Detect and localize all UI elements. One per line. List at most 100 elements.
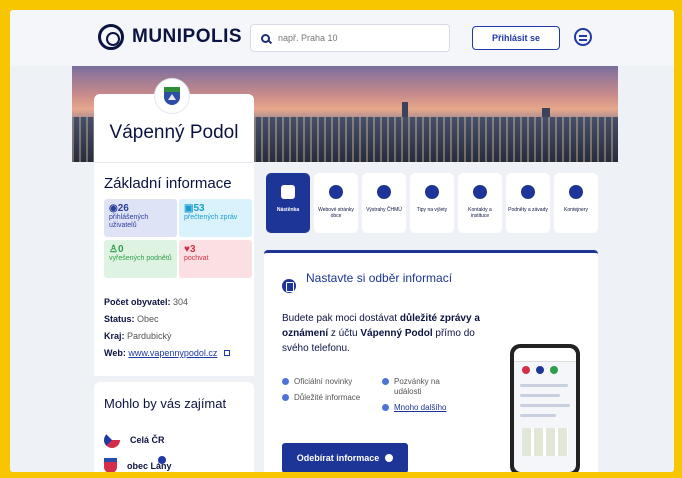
subscribe-text-part: z účtu [328,328,361,339]
suggestions-card: Mohlo by vás zajímat Celá ČR obec Lány [94,382,254,472]
stat-reads-value: 53 [193,203,205,214]
phone-screen-line [520,384,568,387]
benefit-label: Oficiální novinky [294,377,353,386]
phone-screen-calendar [522,428,568,456]
menu-icon[interactable] [574,28,592,46]
compass-icon [425,185,439,199]
status-value: Obec [137,314,159,324]
tab-contacts[interactable]: Kontakty a instituce [458,173,502,233]
web-row: Web: www.vapennypodol.cz [104,348,230,358]
logo[interactable]: MUNIPOLIS [98,24,242,50]
info-card: Základní informace ◉26 přihlášených uživ… [94,162,254,376]
more-link[interactable]: Mnoho dalšího [394,403,446,413]
benefit-item: Pozvánky na události [382,377,462,397]
external-link-icon [223,350,230,356]
benefit-item: Mnoho dalšího [382,403,472,413]
logo-icon [98,24,124,50]
town-name: Vápenný Podol [109,122,239,143]
stat-solved: ♙0 vyřešených podnětů [104,240,177,278]
phone-screen-icon [550,366,558,374]
phone-icon [473,185,487,199]
stat-users: ◉26 přihlášených uživatelů [104,199,177,237]
tab-website[interactable]: Webové stránky obce [314,173,358,233]
arrow-icon [385,454,394,462]
check-icon [282,378,289,385]
phone-screen-icon [522,366,530,374]
stat-solved-value: 0 [117,244,124,255]
town-crest [154,78,190,114]
stat-likes: ♥3 pochvat [179,240,252,278]
container-icon [569,185,583,199]
region-row: Kraj: Pardubický [104,331,172,341]
subscribe-text-bold: Vápenný Podol [360,328,433,339]
stat-reads: ▣53 přečtených zpráv [179,199,252,237]
subscribe-text: Budete pak moci dostávat důležité zprávy… [282,311,482,356]
search-icon [261,33,270,43]
tab-label: Webové stránky obce [318,207,354,219]
check-icon [382,378,389,385]
tab-reports[interactable]: Podněty a závady [506,173,550,233]
stat-solved-label: vyřešených podnětů [109,255,172,262]
tab-board[interactable]: Nástěnka [266,173,310,233]
phone-screen-icon [536,366,544,374]
tab-label: Nástěnka [276,207,300,213]
stat-likes-label: pochvat [184,255,209,262]
suggestions-title: Mohlo by vás zajímat [104,396,227,411]
population-row: Počet obyvatel: 304 [104,297,188,307]
tab-trips[interactable]: Tipy na výlety [410,173,454,233]
region-value: Pardubický [127,331,172,341]
subscribe-title: Nastavte si odběr informací [306,271,453,285]
phone-screen-header [514,348,576,362]
info-title: Základní informace [104,175,232,192]
stat-reads-label: přečtených zpráv [184,214,238,221]
status-label: Status: [104,314,135,324]
population-value: 304 [173,297,189,307]
phone-screen-line [520,394,560,397]
phone-screen [514,348,576,472]
subscribe-button-label: Odebírat informace [296,453,380,463]
population-label: Počet obyvatel: [104,297,171,307]
search-box[interactable] [250,24,450,52]
alert-icon [377,185,391,199]
board-icon [281,185,295,199]
check-icon [282,394,289,401]
subscribe-text-part: Budete pak moci dostávat [282,313,400,324]
suggestion-label: Celá ČR [130,435,165,445]
benefit-label: Pozvánky na události [394,377,440,396]
add-icon[interactable] [158,456,166,464]
tab-alerts[interactable]: Výstrahy ČHMÚ [362,173,406,233]
search-input[interactable] [278,33,438,43]
check-icon [382,404,389,411]
phone-notify-icon [282,279,296,293]
check-user-icon: ♙ [109,244,118,255]
page-frame: MUNIPOLIS Přihlásit se Vápenný Podol Zák… [10,10,674,472]
logo-text: MUNIPOLIS [132,26,243,47]
benefit-label: Důležité informace [294,393,361,402]
tab-label: Výstrahy ČHMÚ [366,207,402,213]
crest-icon [164,87,180,105]
phone-screen-line [520,414,556,417]
tab-label: Kontejnery [564,207,588,213]
subscribe-button[interactable]: Odebírat informace [282,443,408,472]
login-button[interactable]: Přihlásit se [472,26,560,50]
web-label: Web: [104,348,126,358]
status-row: Status: Obec [104,314,159,324]
web-link[interactable]: www.vapennypodol.cz [128,348,217,358]
tab-containers[interactable]: Kontejnery [554,173,598,233]
stat-likes-value: 3 [189,244,196,255]
region-label: Kraj: [104,331,125,341]
benefit-item: Oficiální novinky [282,377,377,387]
pin-icon [521,185,535,199]
phone-screen-line [520,404,570,407]
info-icon [329,185,343,199]
czech-flag-icon [104,432,120,448]
site-header: MUNIPOLIS Přihlásit se [10,10,674,66]
stat-users-value: 26 [117,203,129,214]
tab-label: Podněty a závady [508,207,548,213]
tab-label: Tipy na výlety [416,207,448,213]
suggestion-item[interactable]: Celá ČR [104,432,165,448]
lany-crest-icon [104,458,117,472]
benefit-item: Důležité informace [282,393,362,403]
phone-mockup [510,344,580,472]
tab-label: Kontakty a instituce [468,207,492,219]
